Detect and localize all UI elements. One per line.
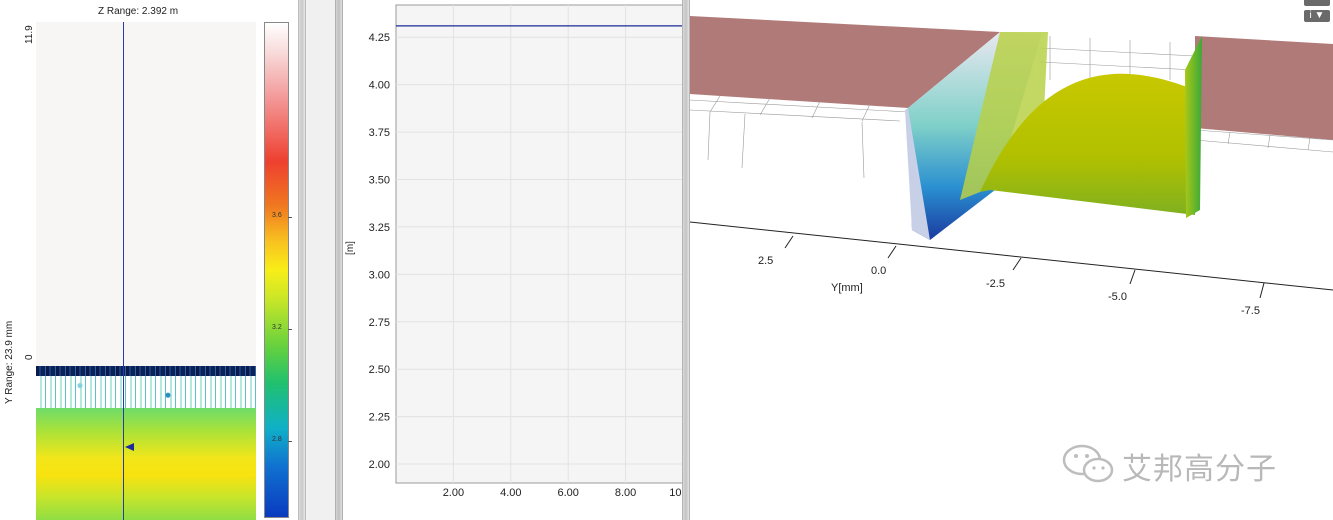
x-tick-label: 6.00 bbox=[557, 487, 578, 499]
colorbar-tick-mark bbox=[288, 329, 292, 330]
y-tick-label: 4.00 bbox=[369, 80, 390, 92]
axis-tick bbox=[1259, 282, 1265, 299]
profile-cursor-line[interactable] bbox=[123, 22, 124, 520]
y-axis-line bbox=[690, 221, 1333, 291]
colorbar-tick: 3.6 bbox=[272, 212, 282, 219]
axis-tick bbox=[784, 235, 794, 249]
profile-chart[interactable]: 4.25 4.00 3.75 3.50 3.25 3.00 2.75 2.50 2.25 2.00… bbox=[343, 0, 683, 520]
colorbar-tick: 2.8 bbox=[272, 436, 282, 443]
colorbar-tick-mark bbox=[288, 441, 292, 442]
axis-tick bbox=[1012, 257, 1022, 271]
view-toolbar-button[interactable] bbox=[1304, 0, 1330, 6]
axis-tick-label: 0.0 bbox=[871, 265, 886, 277]
y-tick-label: 2.75 bbox=[369, 317, 390, 329]
y-tick-label: 2.00 bbox=[369, 459, 390, 471]
y-tick-label: 3.00 bbox=[369, 269, 390, 281]
y-axis-top-tick: 11.9 bbox=[24, 25, 35, 44]
colorbar-tick: 3.2 bbox=[272, 324, 282, 331]
map-edge-band bbox=[36, 366, 256, 376]
y-tick-label: 3.50 bbox=[369, 175, 390, 187]
y-tick-label: 4.25 bbox=[369, 32, 390, 44]
axis-tick bbox=[887, 245, 897, 259]
surface-3d-view[interactable]: 2.5 0.0 -2.5 -5.0 -7.5 Y[mm] i ▼ 艾邦高分子 bbox=[690, 0, 1333, 520]
view-options-button[interactable]: i ▼ bbox=[1304, 10, 1330, 22]
color-scale-bar bbox=[264, 22, 289, 518]
splitter-gap bbox=[306, 0, 336, 520]
axis-tick bbox=[1129, 269, 1136, 285]
axis-title: Y[mm] bbox=[831, 282, 863, 294]
height-map-panel: Z Range: 2.392 m 11.9 Y Range: 23.9 mm 0… bbox=[0, 0, 298, 520]
y-tick-label: 3.75 bbox=[369, 127, 390, 139]
z-range-label: Z Range: 2.392 m bbox=[98, 6, 179, 17]
watermark: 艾邦高分子 bbox=[1060, 440, 1320, 487]
axis-tick-label: -2.5 bbox=[986, 278, 1005, 290]
y-tick-label: 2.50 bbox=[369, 364, 390, 376]
y-tick-label: 3.25 bbox=[369, 222, 390, 234]
y-axis-label: [m] bbox=[345, 241, 356, 255]
map-speckle-band bbox=[36, 376, 256, 408]
cursor-marker-icon[interactable] bbox=[125, 443, 134, 451]
groove-wall-right bbox=[1185, 36, 1202, 218]
splitter-handle[interactable] bbox=[298, 0, 306, 520]
top-surface-right bbox=[1195, 36, 1333, 140]
axis-tick-label: -7.5 bbox=[1241, 305, 1260, 317]
watermark-text: 艾邦高分子 bbox=[1122, 452, 1277, 487]
splitter-handle[interactable] bbox=[335, 0, 343, 520]
y-axis-zero-tick: 0 bbox=[24, 354, 35, 360]
plot-area bbox=[395, 4, 683, 484]
splitter-handle[interactable] bbox=[682, 0, 690, 520]
x-tick-label: 2.00 bbox=[443, 487, 464, 499]
wechat-icon bbox=[1062, 444, 1114, 483]
y-tick-label: 2.25 bbox=[369, 412, 390, 424]
map-surface-band bbox=[36, 408, 256, 520]
x-tick-label: 4.00 bbox=[500, 487, 521, 499]
y-range-label: Y Range: 23.9 mm bbox=[4, 320, 15, 404]
height-map-image[interactable] bbox=[36, 22, 256, 520]
x-tick-label: 10.00 bbox=[669, 487, 683, 499]
colorbar-tick-mark bbox=[288, 217, 292, 218]
axis-tick-label: -5.0 bbox=[1108, 291, 1127, 303]
x-tick-label: 8.00 bbox=[615, 487, 636, 499]
axis-tick-label: 2.5 bbox=[758, 255, 773, 267]
profile-chart-panel: 4.25 4.00 3.75 3.50 3.25 3.00 2.75 2.50 2.25 2.00… bbox=[343, 0, 683, 520]
